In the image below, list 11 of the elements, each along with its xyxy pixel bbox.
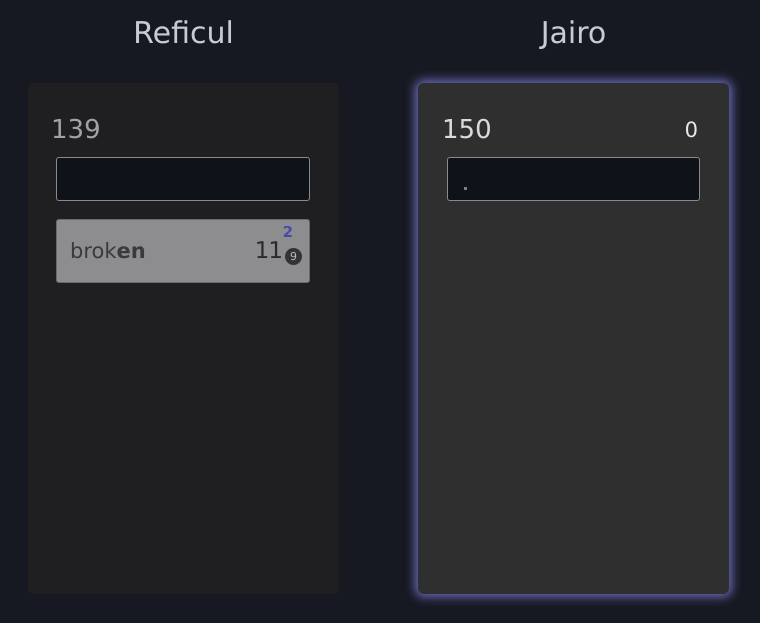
word-text: broken [70, 239, 146, 263]
word-input-field[interactable] [56, 157, 310, 201]
total-score: 150 [442, 115, 492, 145]
ball-badge: 9 [285, 248, 302, 265]
player-name: Reficul [133, 15, 234, 53]
player-name: Jairo [540, 15, 606, 53]
total-score: 139 [51, 115, 101, 145]
word-points: 11 [254, 238, 282, 264]
bonus-points: 2 [282, 223, 293, 241]
word-input-field[interactable] [447, 157, 700, 201]
round-score: 0 [684, 118, 698, 142]
